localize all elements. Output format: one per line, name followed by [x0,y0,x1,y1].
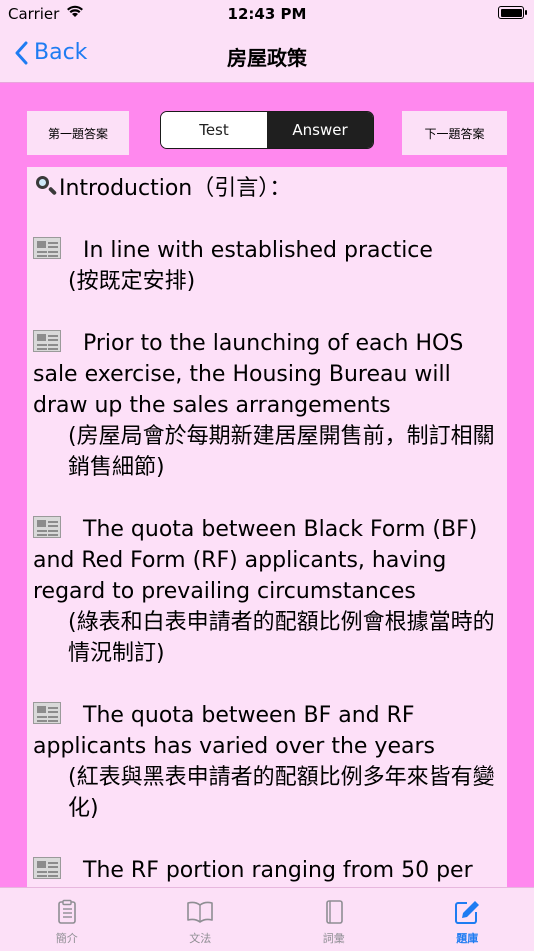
item-chinese: (紅表與黑表申請者的配額比例多年來皆有變化) [33,762,501,824]
newspaper-icon [33,330,61,352]
item-english: Prior to the launching of each HOS sale … [33,331,470,418]
magnifier-icon [33,174,57,198]
newspaper-icon [33,857,61,879]
edit-icon [453,898,481,926]
battery-icon [498,6,524,19]
first-answer-button[interactable]: 第一題答案 [27,111,129,155]
tab-label: 題庫 [456,930,478,946]
item-english: In line with established practice [83,238,433,263]
tab-intro[interactable]: 簡介 [0,888,134,951]
status-bar: Carrier 12:43 PM [0,0,534,28]
book-open-icon [186,898,214,926]
segment-test[interactable]: Test [161,112,267,148]
tab-vocabulary[interactable]: 詞彙 [267,888,401,951]
item-english: The quota between Black Form (BF) and Re… [33,517,484,604]
item-english: The RF portion ranging from 50 per [83,858,473,883]
test-answer-segmented-control: Test Answer [160,111,374,149]
tab-bar: 簡介 文法 詞彙 題庫 [0,887,534,951]
clock-label: 12:43 PM [0,5,534,23]
tab-label: 簡介 [56,930,78,946]
newspaper-icon [33,516,61,538]
battery-level [501,9,522,17]
navigation-bar: Back 房屋政策 [0,28,534,83]
tab-grammar[interactable]: 文法 [134,888,268,951]
tab-label: 詞彙 [323,930,345,946]
clipboard-icon [53,898,81,926]
newspaper-icon [33,237,61,259]
intro-heading: Introduction（引言）： [33,173,501,204]
item-chinese: (綠表和白表申請者的配額比例會根據當時的情況制訂) [33,607,501,669]
item-english: The quota between BF and RF applicants h… [33,703,435,759]
next-answer-button[interactable]: 下一題答案 [402,111,507,155]
intro-text: Introduction（引言）： [59,176,291,201]
list-item: The quota between BF and RF applicants h… [33,700,501,762]
item-chinese: (按既定安排) [33,266,501,297]
list-item: Prior to the launching of each HOS sale … [33,328,501,421]
list-item: The RF portion ranging from 50 per [33,855,501,886]
list-item: In line with established practice [33,235,501,266]
tab-label: 文法 [189,930,211,946]
segment-answer[interactable]: Answer [267,112,373,148]
tab-question-bank[interactable]: 題庫 [401,888,534,951]
answer-text-view[interactable]: Introduction（引言）： In line with establish… [27,167,507,889]
book-icon [320,898,348,926]
newspaper-icon [33,702,61,724]
item-chinese: (房屋局會於每期新建居屋開售前，制訂相關銷售細節) [33,421,501,483]
page-title: 房屋政策 [0,42,534,71]
list-item: The quota between Black Form (BF) and Re… [33,514,501,607]
